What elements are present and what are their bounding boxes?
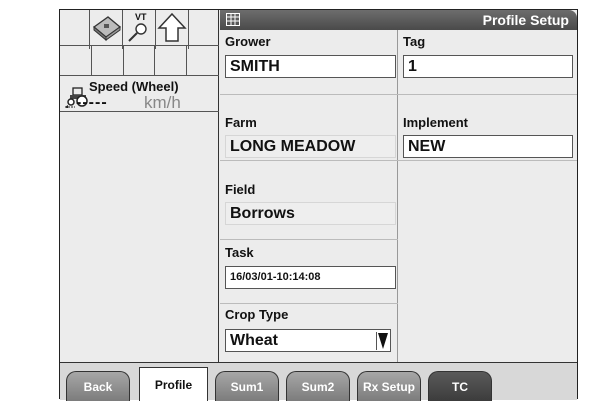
crop-type-field: Crop Type Wheat xyxy=(220,304,398,362)
empty-slot xyxy=(155,46,188,75)
crop-type-label: Crop Type xyxy=(225,307,289,322)
left-status-panel: VT Speed (Wheel) ----- km/h xyxy=(60,10,219,362)
speed-label: Speed (Wheel) xyxy=(89,79,179,94)
crop-type-select[interactable]: Wheat xyxy=(225,329,391,352)
empty-slot xyxy=(60,10,90,49)
tab-bar: Back Profile Sum1 Sum2 Rx Setup TC xyxy=(60,362,577,401)
tab-back[interactable]: Back xyxy=(66,371,130,401)
task-input[interactable]: 16/03/01-10:14:08 xyxy=(225,266,396,289)
terminal-screen: VT Speed (Wheel) ----- km/h Profile Setu… xyxy=(59,9,578,401)
speed-unit: km/h xyxy=(144,93,181,112)
crop-type-value: Wheat xyxy=(230,332,278,349)
tab-tc[interactable]: TC xyxy=(428,371,492,401)
profile-form: Grower SMITH Farm LONG MEADOW Field Borr… xyxy=(220,30,577,362)
keyboard-icon xyxy=(226,13,240,31)
field-field: Field Borrows xyxy=(220,161,398,240)
page-title: Profile Setup xyxy=(482,12,569,28)
toolbar-icon-row-2 xyxy=(60,46,219,76)
empty-slot xyxy=(92,46,124,75)
tab-sum1[interactable]: Sum1 xyxy=(215,371,279,401)
farm-value[interactable]: LONG MEADOW xyxy=(225,135,396,158)
tag-label: Tag xyxy=(403,34,426,49)
toolbar-icon-row: VT xyxy=(60,10,219,49)
implement-label: Implement xyxy=(403,115,469,130)
vt-label: VT xyxy=(135,12,147,22)
farm-label: Farm xyxy=(225,115,257,130)
tag-input[interactable]: 1 xyxy=(403,55,573,78)
tag-field: Tag 1 xyxy=(398,30,577,95)
field-label: Field xyxy=(225,182,256,197)
speed-readout: Speed (Wheel) ----- km/h xyxy=(60,76,219,112)
empty-slot xyxy=(187,46,219,75)
book-icon[interactable] xyxy=(90,10,123,49)
up-arrow-icon[interactable] xyxy=(156,10,189,49)
implement-input[interactable]: NEW xyxy=(403,135,573,158)
field-value[interactable]: Borrows xyxy=(225,202,396,225)
farm-field: Farm LONG MEADOW xyxy=(220,95,398,161)
empty-slot xyxy=(124,46,156,75)
empty-slot xyxy=(189,10,219,49)
form-right-column: Tag 1 Implement NEW xyxy=(398,30,577,362)
grower-label: Grower xyxy=(225,34,271,49)
grower-input[interactable]: SMITH xyxy=(225,55,396,78)
title-bar: Profile Setup xyxy=(220,10,577,30)
task-label: Task xyxy=(225,245,254,260)
dropdown-arrow-icon[interactable] xyxy=(376,332,388,350)
tab-sum2[interactable]: Sum2 xyxy=(286,371,350,401)
form-left-column: Grower SMITH Farm LONG MEADOW Field Borr… xyxy=(220,30,398,362)
speed-value: ----- xyxy=(76,94,108,111)
tab-profile[interactable]: Profile xyxy=(139,367,208,401)
task-field: Task 16/03/01-10:14:08 xyxy=(220,240,398,304)
tab-rx-setup[interactable]: Rx Setup xyxy=(357,371,421,401)
empty-slot xyxy=(60,46,92,75)
grower-field: Grower SMITH xyxy=(220,30,398,95)
magnifier-icon[interactable]: VT xyxy=(123,10,156,49)
implement-field: Implement NEW xyxy=(398,95,577,161)
